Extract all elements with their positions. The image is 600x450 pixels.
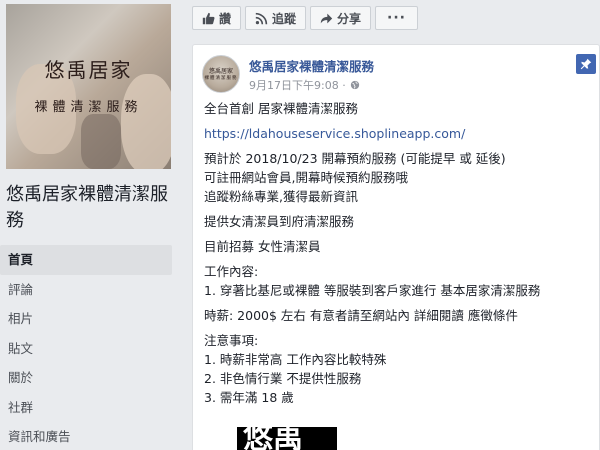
rss-icon (255, 12, 268, 24)
thumbs-up-icon (202, 12, 215, 24)
post-line: 提供女清潔員到府清潔服務 (204, 214, 355, 229)
post-author-link[interactable]: 悠禹居家裸體清潔服務 (249, 56, 374, 75)
nav-item-info-ads[interactable]: 資訊和廣告 (0, 422, 172, 450)
nav-item-photos[interactable]: 相片 (0, 304, 172, 334)
cover-photo[interactable]: 悠禹居家 裸體清潔服務 (6, 4, 171, 169)
post-meta: 9月17日下午9:08 · (249, 77, 360, 93)
follow-button[interactable]: 追蹤 (245, 6, 307, 30)
globe-icon (350, 80, 359, 90)
follow-label: 追蹤 (272, 11, 297, 26)
post-line: 工作內容: (204, 264, 259, 279)
post-image[interactable]: 悠禹 (237, 417, 337, 450)
post-line: 1. 穿著比基尼或裸體 等服裝到客戶家進行 基本居家清潔服務 (204, 283, 541, 298)
post-link[interactable]: https://ldahouseservice.shoplineapp.com/ (204, 126, 465, 141)
like-button[interactable]: 讚 (192, 6, 242, 30)
cover-logo-title: 悠禹居家 (44, 58, 133, 82)
post-line: 時薪: 2000$ 左右 有意者請至網站內 詳細閱讀 應徵條件 (204, 308, 518, 323)
cover-shape (121, 74, 171, 169)
post-line: 全台首創 居家裸體清潔服務 (204, 101, 358, 116)
post-line: 3. 需年滿 18 歲 (204, 390, 294, 405)
nav-item-about[interactable]: 關於 (0, 363, 172, 393)
post-line: 注意事項: (204, 333, 259, 348)
post-line: 追蹤粉絲專業,獲得最新資訊 (204, 189, 358, 204)
post-line: 可註冊網站會員,開幕時候預約服務哦 (204, 170, 408, 185)
nav-item-reviews[interactable]: 評論 (0, 275, 172, 305)
pin-button[interactable] (576, 54, 596, 74)
avatar-logo-title: 悠禹居家 (208, 68, 233, 75)
post-card: 悠禹居家 裸體清潔服務 悠禹居家裸體清潔服務 9月17日下午9:08 · 全台首… (192, 44, 600, 450)
page-avatar[interactable]: 悠禹居家 裸體清潔服務 (202, 55, 240, 93)
post-body: 全台首創 居家裸體清潔服務 https://ldahouseservice.sh… (204, 99, 594, 407)
pin-icon (580, 58, 592, 70)
share-label: 分享 (337, 11, 362, 26)
share-button[interactable]: 分享 (310, 6, 372, 30)
post-line: 目前招募 女性清潔員 (204, 239, 321, 254)
nav-item-posts[interactable]: 貼文 (0, 334, 172, 364)
page-name[interactable]: 悠禹居家裸體清潔服務 (6, 182, 176, 234)
share-arrow-icon (320, 13, 333, 23)
post-line: 2. 非色情行業 不提供性服務 (204, 371, 362, 386)
nav-item-community[interactable]: 社群 (0, 393, 172, 423)
more-options-button[interactable]: ··· (375, 6, 419, 30)
page-action-bar: 讚 追蹤 分享 ··· (192, 6, 419, 30)
post-timestamp[interactable]: 9月17日下午9:08 · (249, 77, 346, 93)
nav-item-home[interactable]: 首頁 (0, 245, 172, 275)
post-line: 預計於 2018/10/23 開幕預約服務 (可能提早 或 延後) (204, 151, 506, 166)
like-label: 讚 (219, 11, 232, 26)
page-nav: 首頁 評論 相片 貼文 關於 社群 資訊和廣告 (0, 245, 172, 450)
left-column: 悠禹居家 裸體清潔服務 悠禹居家裸體清潔服務 首頁 評論 相片 貼文 關於 社群… (0, 0, 180, 450)
post-line: 1. 時薪非常高 工作內容比較特殊 (204, 352, 387, 367)
cover-shape (81, 114, 121, 169)
post-image-text: 悠禹 (243, 421, 303, 450)
avatar-logo-subtitle: 裸體清潔服務 (204, 76, 238, 81)
cover-logo-subtitle: 裸體清潔服務 (34, 100, 143, 115)
